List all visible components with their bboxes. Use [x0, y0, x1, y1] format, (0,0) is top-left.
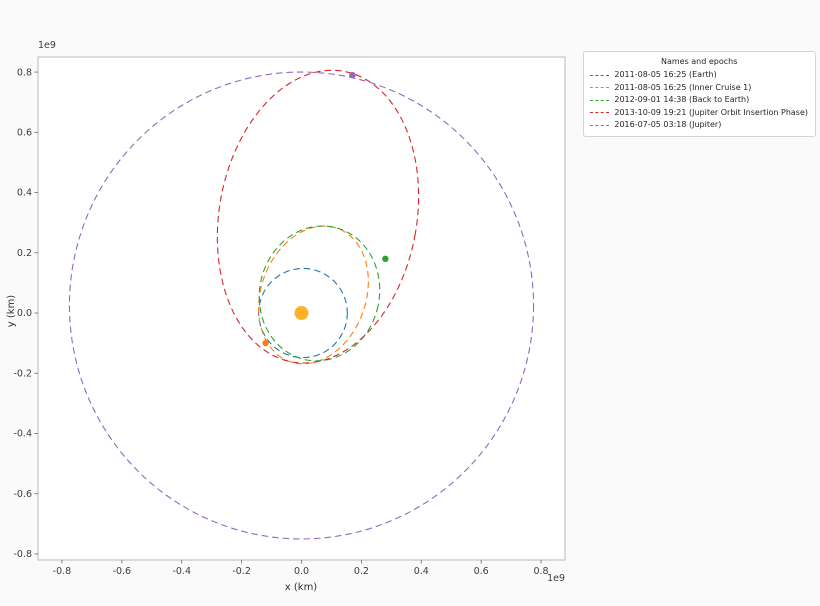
- legend-item-jupiter: 2016-07-05 03:18 (Jupiter): [590, 119, 808, 131]
- legend-item-label: 2011-08-05 16:25 (Inner Cruise 1): [614, 82, 751, 94]
- y-tick-label: 0.4: [17, 188, 32, 199]
- y-tick-label: -0.6: [13, 489, 32, 500]
- legend-title: Names and epochs: [590, 56, 808, 68]
- x-tick-label: -0.6: [113, 566, 132, 577]
- y-tick-label: -0.4: [13, 429, 32, 440]
- legend: Names and epochs 2011-08-05 16:25 (Earth…: [583, 51, 816, 137]
- sun-marker: [295, 306, 309, 320]
- y-tick-label: 0.8: [17, 67, 32, 78]
- y-axis-label: y (km): [6, 295, 17, 328]
- y-tick-label: 0.6: [17, 127, 32, 138]
- legend-item-label: 2011-08-05 16:25 (Earth): [614, 69, 716, 81]
- y-tick-label: 0.2: [17, 248, 32, 259]
- legend-items: 2011-08-05 16:25 (Earth)2011-08-05 16:25…: [590, 69, 808, 131]
- position-marker-back-to-earth: [382, 256, 388, 262]
- x-tick-label: 0.8: [533, 566, 548, 577]
- legend-dash-swatch: [590, 87, 609, 88]
- y-axis-offset-text: 1e9: [38, 40, 56, 51]
- y-tick-label: 0.0: [17, 308, 32, 319]
- legend-item-label: 2016-07-05 03:18 (Jupiter): [614, 119, 721, 131]
- legend-dash-swatch: [590, 75, 609, 76]
- x-tick-label: 0.0: [294, 566, 309, 577]
- position-marker-inner-cruise-1: [262, 340, 268, 346]
- legend-item-earth: 2011-08-05 16:25 (Earth): [590, 69, 808, 81]
- y-tick-label: -0.2: [13, 368, 32, 379]
- legend-item-label: 2013-10-09 19:21 (Jupiter Orbit Insertio…: [614, 107, 808, 119]
- legend-item-inner-cruise-1: 2011-08-05 16:25 (Inner Cruise 1): [590, 82, 808, 94]
- x-tick-label: -0.4: [172, 566, 191, 577]
- x-tick-label: -0.8: [53, 566, 72, 577]
- legend-dash-swatch: [590, 100, 609, 101]
- legend-item-label: 2012-09-01 14:38 (Back to Earth): [614, 94, 749, 106]
- x-tick-label: 0.4: [414, 566, 429, 577]
- legend-dash-swatch: [590, 125, 609, 126]
- position-marker-jupiter: [349, 72, 355, 78]
- legend-item-back-to-earth: 2012-09-01 14:38 (Back to Earth): [590, 94, 808, 106]
- legend-dash-swatch: [590, 112, 609, 113]
- x-tick-label: 0.6: [474, 566, 489, 577]
- legend-item-jupiter-orbit-insertion: 2013-10-09 19:21 (Jupiter Orbit Insertio…: [590, 107, 808, 119]
- y-tick-label: -0.8: [13, 549, 32, 560]
- x-axis-label: x (km): [285, 582, 318, 593]
- x-axis-offset-text: 1e9: [547, 573, 565, 584]
- x-tick-label: 0.2: [354, 566, 369, 577]
- figure: x (km) y (km) 1e9 1e9 -0.8 -0.6 -0.4 -0.2 0.…: [0, 0, 820, 602]
- x-tick-label: -0.2: [232, 566, 251, 577]
